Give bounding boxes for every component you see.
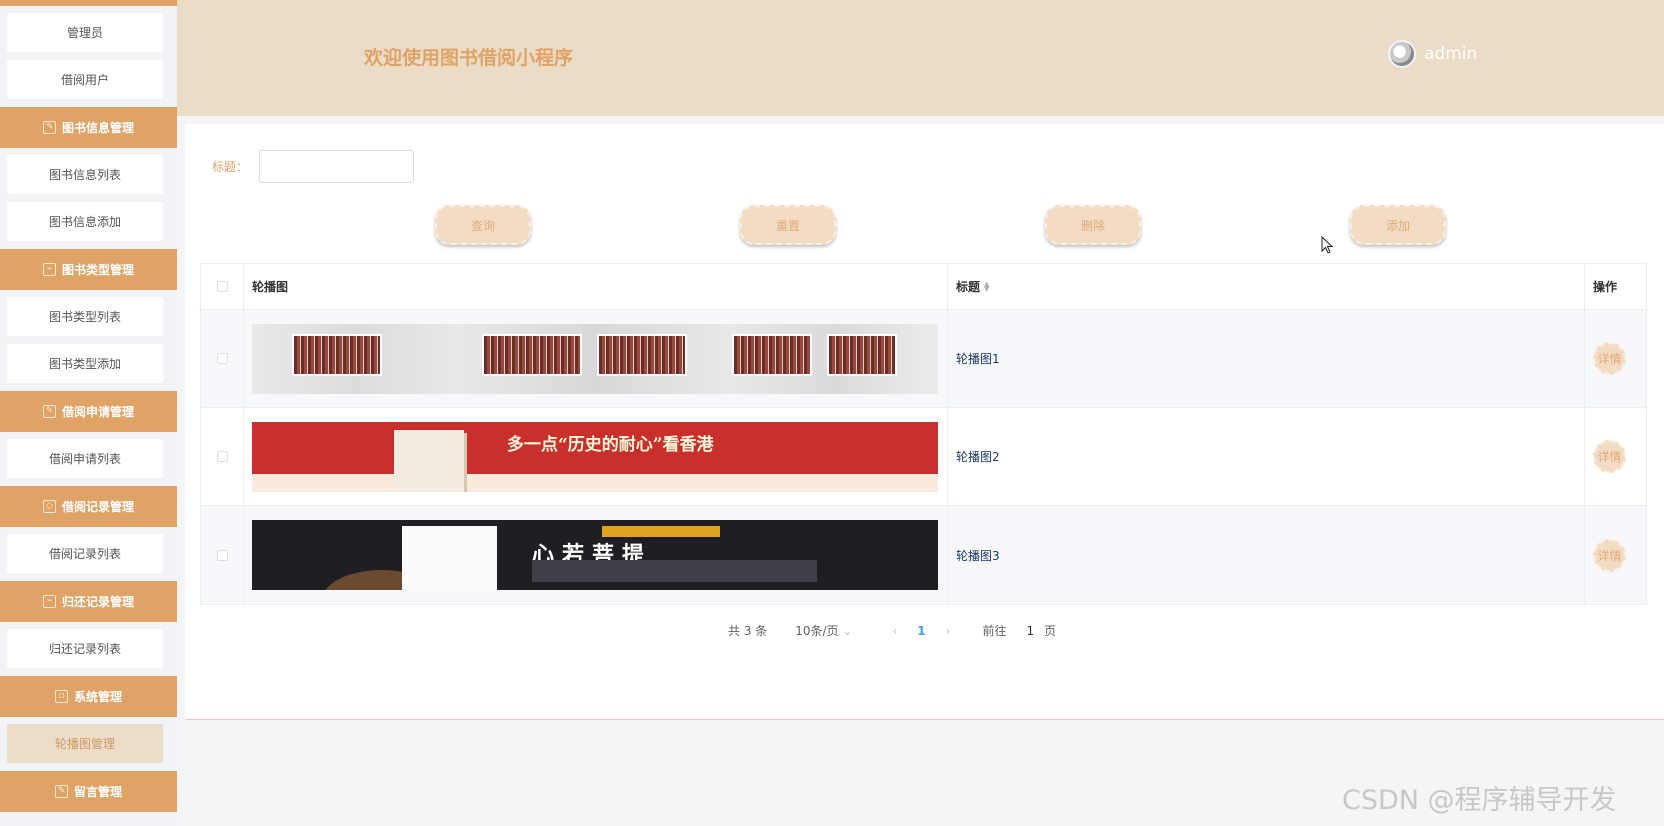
select-all-checkbox[interactable] (216, 281, 228, 292)
mouse-cursor-icon (1321, 236, 1333, 254)
current-page[interactable]: 1 (917, 624, 925, 638)
sidebar-group-borrow-record[interactable]: ◇ 借阅记录管理 (0, 486, 177, 527)
page-size-select[interactable]: 10条/页 ⌄ (795, 622, 852, 639)
image-cell (244, 310, 948, 407)
sidebar-item-return-record-list[interactable]: 归还记录列表 (7, 629, 163, 668)
bookshelf-graphic (732, 333, 812, 376)
detail-button[interactable]: 详情 (1593, 538, 1626, 572)
search-label: 标题： (212, 160, 249, 174)
bookshelf-graphic (827, 333, 897, 376)
title-cell: 轮播图1 (948, 310, 1585, 407)
actions-cell: 详情 (1585, 310, 1646, 407)
row-check-cell (201, 310, 244, 407)
row-checkbox[interactable] (216, 549, 228, 561)
next-page-icon[interactable]: › (946, 624, 951, 638)
actions-cell: 详情 (1585, 506, 1646, 604)
sidebar-item-book-info-list[interactable]: 图书信息列表 (7, 155, 163, 194)
banner-strip (252, 473, 938, 492)
select-all-cell (201, 264, 244, 309)
chart-icon: ⌁ (42, 263, 56, 276)
bookshelf-graphic (597, 333, 687, 376)
row-checkbox[interactable] (216, 353, 228, 364)
sidebar: 管理员 借阅用户 ✎ 图书信息管理 图书信息列表 图书信息添加 ⌁ 图书类型管理 图… (0, 0, 177, 826)
prev-page-icon[interactable]: ‹ (892, 624, 897, 638)
table-row: 轮播图1 详情 (201, 310, 1646, 408)
sidebar-item-borrow-record-list[interactable]: 借阅记录列表 (7, 534, 163, 573)
book-cover-graphic (402, 526, 497, 590)
avatar[interactable] (1388, 40, 1416, 68)
table-row: 心若菩提 轮播图3 详情 (201, 506, 1646, 604)
goto-label: 前往 (982, 624, 1007, 638)
sidebar-item-book-type-list[interactable]: 图书类型列表 (7, 297, 163, 336)
sidebar-group-return-record[interactable]: ⌁ 归还记录管理 (0, 581, 177, 622)
edit-icon: ✎ (42, 405, 56, 418)
sidebar-item-carousel[interactable]: 轮播图管理 (7, 724, 163, 763)
actions-cell: 详情 (1585, 408, 1646, 505)
sidebar-group-borrow-apply[interactable]: ✎ 借阅申请管理 (0, 391, 177, 432)
book-cover-graphic (394, 429, 464, 492)
watermark: CSDN @程序辅导开发 (1342, 785, 1617, 816)
page-title: 欢迎使用图书借阅小程序 (364, 47, 574, 69)
sidebar-item-admin[interactable]: 管理员 (7, 13, 163, 52)
sidebar-group-messages[interactable]: ✎ 留言管理 (0, 771, 177, 812)
title-search-input[interactable] (259, 150, 414, 183)
sidebar-group-book-info[interactable]: ✎ 图书信息管理 (0, 107, 177, 148)
chart-icon: ⌁ (42, 595, 56, 608)
table-header: 轮播图 标题 ▲ ▼ 操作 (201, 264, 1646, 310)
sidebar-item-borrow-user[interactable]: 借阅用户 (7, 60, 163, 99)
carousel-image-3: 心若菩提 (252, 520, 938, 590)
sort-icon[interactable]: ▲ ▼ (984, 280, 989, 292)
column-header-title[interactable]: 标题 ▲ ▼ (948, 264, 1585, 309)
bookshelf-graphic (482, 333, 582, 376)
bookshelf-graphic (292, 333, 382, 376)
chevron-down-icon: ⌄ (842, 624, 853, 638)
top-header: 欢迎使用图书借阅小程序 admin (177, 0, 1664, 116)
page-suffix: 页 (1044, 624, 1057, 638)
column-header-actions: 操作 (1593, 280, 1618, 294)
pagination: 共 3 条 10条/页 ⌄ ‹ 1 › 前往 1 页 (728, 622, 1056, 639)
banner-headline: 多一点“历史的耐心”看香港 (507, 434, 714, 455)
banner-tag (602, 526, 720, 537)
column-header-title-label: 标题 (956, 280, 981, 294)
title-cell: 轮播图3 (948, 506, 1585, 604)
image-cell: 多一点“历史的耐心”看香港 (244, 408, 948, 505)
add-button[interactable]: 添加 (1350, 205, 1446, 245)
carousel-table: 轮播图 标题 ▲ ▼ 操作 轮播图1 详情 多一点“历史的耐心”看香港 轮播图2… (200, 263, 1647, 605)
sidebar-group-system[interactable]: ▫ 系统管理 (0, 676, 177, 717)
row-check-cell (201, 506, 244, 604)
detail-button[interactable]: 详情 (1593, 440, 1626, 473)
sidebar-group-book-type[interactable]: ⌁ 图书类型管理 (0, 249, 177, 290)
username: admin (1424, 44, 1478, 64)
title-cell: 轮播图2 (948, 408, 1585, 505)
reset-button[interactable]: 重置 (740, 205, 836, 245)
page-size-value: 10条/页 (795, 624, 839, 638)
edit-icon: ✎ (42, 121, 56, 134)
sidebar-top-strip (0, 0, 177, 6)
detail-button[interactable]: 详情 (1593, 342, 1626, 375)
carousel-image-2: 多一点“历史的耐心”看香港 (252, 421, 938, 492)
pagination-total: 共 3 条 (728, 624, 768, 638)
row-checkbox[interactable] (216, 451, 228, 462)
delete-button[interactable]: 删除 (1045, 205, 1141, 245)
bookmark-icon: ◇ (42, 500, 56, 513)
table-row: 多一点“历史的耐心”看香港 轮播图2 详情 (201, 408, 1646, 506)
banner-info-box (532, 560, 817, 582)
row-check-cell (201, 408, 244, 505)
carousel-image-1 (252, 323, 938, 394)
sidebar-item-book-type-add[interactable]: 图书类型添加 (7, 344, 163, 383)
sidebar-item-borrow-apply-list[interactable]: 借阅申请列表 (7, 439, 163, 478)
system-icon: ▫ (54, 690, 68, 703)
image-cell: 心若菩提 (244, 506, 948, 604)
column-header-image: 轮播图 (244, 264, 948, 309)
query-button[interactable]: 查询 (435, 205, 531, 245)
sidebar-item-book-info-add[interactable]: 图书信息添加 (7, 202, 163, 241)
content-panel: 标题： 查询 重置 删除 添加 轮播图 标题 ▲ ▼ 操作 轮播图1 详情 多一… (185, 124, 1664, 720)
goto-page-input[interactable]: 1 (1026, 624, 1034, 638)
edit-icon: ✎ (54, 785, 68, 798)
user-menu[interactable]: admin (1388, 40, 1477, 68)
